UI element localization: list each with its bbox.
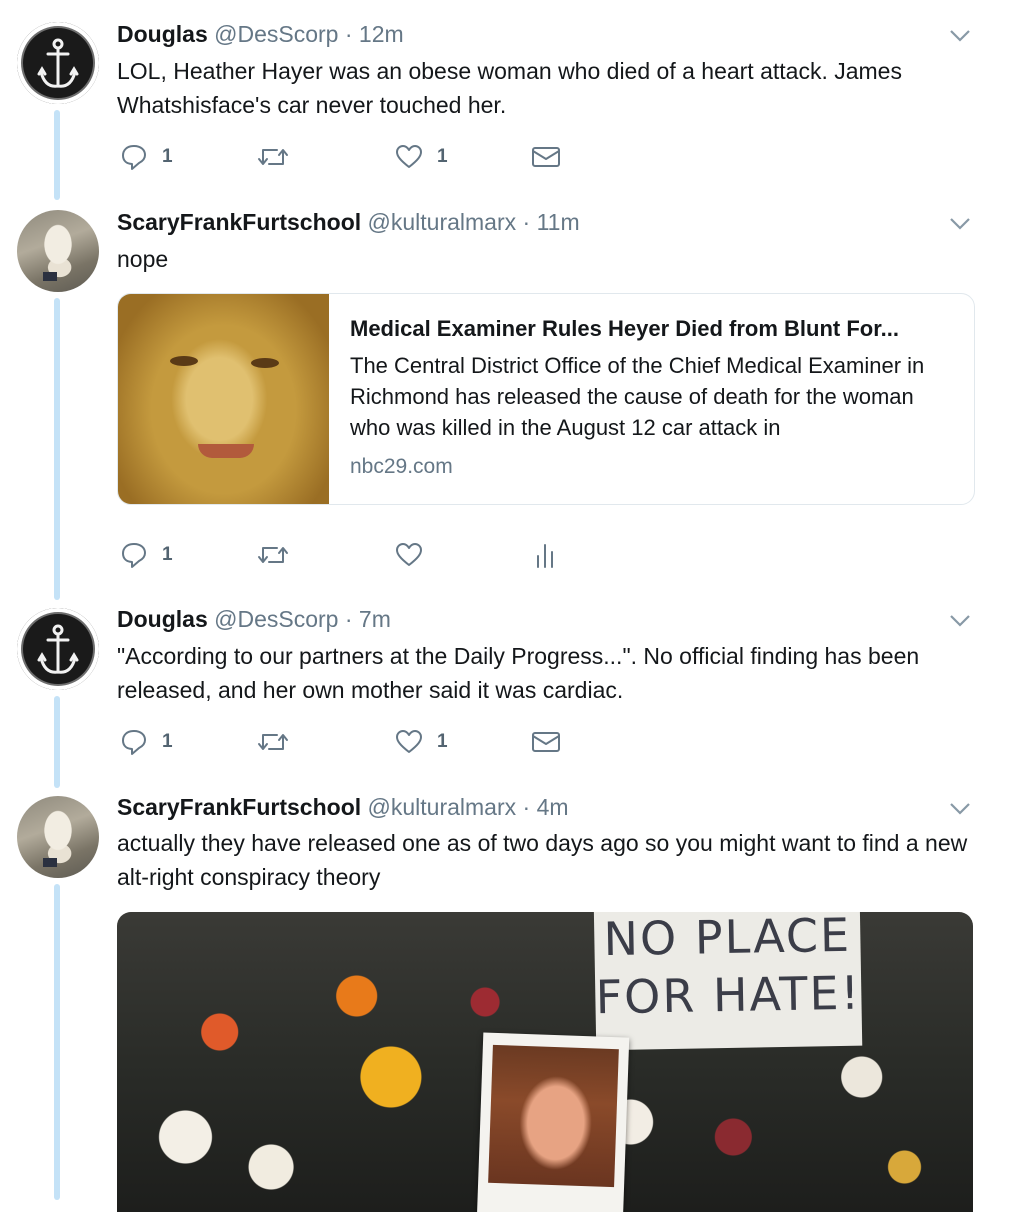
chevron-down-icon[interactable] <box>949 217 971 231</box>
tweet-header: ScaryFrankFurtschool @kulturalmarx · 11m <box>117 208 580 236</box>
tweet-header: Douglas @DesScorp · 7m <box>117 605 391 633</box>
direct-message-button[interactable] <box>531 727 561 757</box>
reply-icon <box>122 730 146 755</box>
like-button[interactable] <box>395 540 423 570</box>
user-handle[interactable]: @DesScorp <box>214 606 338 632</box>
retweet-icon <box>258 734 288 750</box>
memorial-photo <box>476 1032 630 1212</box>
retweet-icon <box>258 149 288 165</box>
anchor-icon <box>37 38 79 88</box>
reply-count: 1 <box>162 146 173 167</box>
tweet[interactable]: Douglas @DesScorp · 12m LOL, Heather Hay… <box>0 0 1021 190</box>
avatar[interactable] <box>17 796 99 878</box>
timestamp[interactable]: 4m <box>537 794 569 820</box>
like-count: 1 <box>437 146 448 167</box>
analytics-icon <box>537 544 553 568</box>
tweet-media-image[interactable]: NO PLACE FOR HATE! <box>117 912 973 1212</box>
tweet-actions: 1 <box>120 540 590 572</box>
analytics-button[interactable] <box>534 540 556 570</box>
direct-message-button[interactable] <box>531 142 561 172</box>
retweet-icon <box>258 547 288 563</box>
display-name[interactable]: ScaryFrankFurtschool <box>117 209 361 235</box>
link-card[interactable]: Medical Examiner Rules Heyer Died from B… <box>117 293 975 505</box>
tweet[interactable]: ScaryFrankFurtschool @kulturalmarx · 11m… <box>0 190 1021 590</box>
like-button[interactable]: 1 <box>395 142 448 172</box>
tweet-text: actually they have released one as of tw… <box>117 830 968 890</box>
reply-icon <box>122 543 146 568</box>
reply-count: 1 <box>162 731 173 752</box>
separator-dot: · <box>344 21 353 47</box>
reply-button[interactable]: 1 <box>120 142 173 172</box>
heart-icon <box>396 145 422 168</box>
avatar[interactable] <box>17 22 99 104</box>
reply-icon <box>122 145 146 170</box>
sign: NO PLACE FOR HATE! <box>593 912 863 1051</box>
retweet-button[interactable] <box>257 142 289 172</box>
like-button[interactable]: 1 <box>395 727 448 757</box>
heart-icon <box>396 730 422 753</box>
link-card-title: Medical Examiner Rules Heyer Died from B… <box>350 316 899 341</box>
anchor-icon <box>37 624 79 674</box>
user-handle[interactable]: @kulturalmarx <box>368 209 517 235</box>
tweet-header: ScaryFrankFurtschool @kulturalmarx · 4m <box>117 793 569 821</box>
link-card-domain: nbc29.com <box>350 455 453 478</box>
chevron-down-icon[interactable] <box>949 29 971 43</box>
display-name[interactable]: Douglas <box>117 21 208 47</box>
separator-dot: · <box>522 209 531 235</box>
avatar[interactable] <box>17 210 99 292</box>
avatar[interactable] <box>17 608 99 690</box>
envelope-icon <box>532 147 560 167</box>
display-name[interactable]: ScaryFrankFurtschool <box>117 794 361 820</box>
tweet-header: Douglas @DesScorp · 12m <box>117 20 404 48</box>
heart-icon <box>396 543 422 566</box>
timestamp[interactable]: 7m <box>359 606 391 632</box>
timestamp[interactable]: 12m <box>359 21 404 47</box>
reply-count: 1 <box>162 544 173 565</box>
sign-text-line: FOR HATE! <box>595 965 862 1025</box>
envelope-icon <box>532 732 560 752</box>
timestamp[interactable]: 11m <box>537 209 580 235</box>
user-handle[interactable]: @kulturalmarx <box>368 794 517 820</box>
like-count: 1 <box>437 731 448 752</box>
link-card-body: Medical Examiner Rules Heyer Died from B… <box>350 312 958 479</box>
reply-button[interactable]: 1 <box>120 727 173 757</box>
chevron-down-icon[interactable] <box>949 802 971 816</box>
reply-button[interactable]: 1 <box>120 540 173 570</box>
tweet-text: nope <box>117 246 169 272</box>
tweet[interactable]: Douglas @DesScorp · 7m "According to our… <box>0 590 1021 780</box>
separator-dot: · <box>522 794 531 820</box>
tweet-text: LOL, Heather Hayer was an obese woman wh… <box>117 58 902 118</box>
tweet-actions: 1 1 <box>120 727 590 759</box>
user-handle[interactable]: @DesScorp <box>214 21 338 47</box>
display-name[interactable]: Douglas <box>117 606 208 632</box>
tweet-actions: 1 1 <box>120 142 590 174</box>
link-card-image <box>118 294 329 504</box>
retweet-button[interactable] <box>257 540 289 570</box>
retweet-button[interactable] <box>257 727 289 757</box>
tweet-text: "According to our partners at the Daily … <box>117 643 920 703</box>
link-card-description: The Central District Office of the Chief… <box>350 353 925 440</box>
sign-text-line: NO PLACE <box>603 912 852 967</box>
chevron-down-icon[interactable] <box>949 614 971 628</box>
separator-dot: · <box>344 606 353 632</box>
